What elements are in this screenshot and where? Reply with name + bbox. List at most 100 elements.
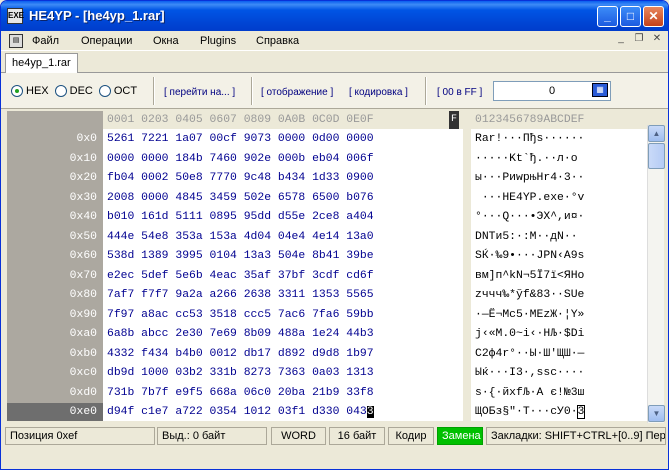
vertical-scrollbar[interactable]: ▲ ▼ [647,125,665,423]
row-ascii[interactable]: DNTи5:·:M··дN·· [475,231,584,243]
row-hex-bytes[interactable]: 7f97 a8ac cc53 3518 ccc5 7ac6 7fa6 59bb [107,309,374,321]
row-ascii[interactable]: ·—Ё¬Мс5·МЕzЖ·¦Y» [475,309,584,321]
scroll-thumb[interactable] [648,143,665,169]
document-icon[interactable]: ▤ [9,34,23,48]
encoding-button[interactable]: [ кодировка ] [349,87,408,98]
mdi-close-icon[interactable]: ✕ [649,33,665,47]
mdi-restore-icon[interactable]: ❐ [631,33,647,47]
hex-row[interactable]: 0xb0 4332 f434 b4b0 0012 db17 d892 d9d8 1… [7,345,647,363]
row-ascii[interactable]: s·{·йхfЉ·А є!№3ш [475,387,584,399]
hex-row[interactable]: 0xa0 6a8b abcc 2e30 7e69 8b09 488a 1e24 4… [7,325,647,343]
row-address: 0x30 [69,191,97,204]
row-address: 0xa0 [69,328,97,340]
column-caret: F [449,111,459,129]
radio-hex[interactable]: HEX [11,85,49,97]
row-ascii[interactable]: SЌ·‰9•···JPN‹A9ѕ [475,250,584,262]
menu-operations[interactable]: Операции [81,35,132,47]
status-replace[interactable]: Замена [437,427,483,445]
row-hex-bytes[interactable]: 6a8b abcc 2e30 7e69 8b09 488a 1e24 44b3 [107,328,374,340]
hex-row[interactable]: 0x50 444e 54e8 353a 153a 4d04 04e4 4e14 1… [7,228,647,246]
row-ascii[interactable]: Ыќ···I3·,ssc···· [475,367,584,379]
menu-windows[interactable]: Окна [153,35,179,47]
hex-row[interactable]: 0x10 0000 0000 184b 7460 902e 000b eb04 0… [7,150,647,168]
tab-he4yp[interactable]: he4yp_1.rar [5,53,78,73]
hex-row[interactable]: 0x70 e2ec 5def 5e6b 4eac 35af 37bf 3cdf c… [7,267,647,285]
status-word[interactable]: WORD [271,427,326,445]
row-hex-bytes[interactable]: b010 161d 5111 0895 95dd d55e 2ce8 a404 [107,211,374,223]
row-ascii[interactable]: вм]п^kN¬5Ї7ї<ЯНo [475,270,584,282]
row-address: 0x20 [69,172,97,184]
calculator-icon[interactable]: ▦ [592,83,608,97]
close-button[interactable]: ✕ [643,6,664,27]
hex-row[interactable]: 0x30 2008 0000 4845 3459 502e 6578 6500 b… [7,189,647,207]
hex-row[interactable]: 0x60 538d 1389 3995 0104 13a3 504e 8b41 3… [7,247,647,265]
app-icon: EXE [7,8,24,24]
ascii-header: 0123456789ABCDEF [475,114,585,126]
menu-file[interactable]: Файл [32,35,59,47]
row-ascii[interactable]: ы···PиwpњНr4·3·· [475,172,584,184]
status-bar: Позиция 0xef Выд.: 0 байт WORD 16 байт К… [1,425,668,447]
row-address: 0xc0 [69,367,97,379]
row-address: 0x40 [69,211,97,223]
hex-row[interactable]: 0x90 7f97 a8ac cc53 3518 ccc5 7ac6 7fa6 5… [7,306,647,324]
row-address: 0x90 [69,308,97,321]
radio-dec-dot[interactable] [54,85,67,97]
hex-row[interactable]: 0xc0 db9d 1000 03b2 331b 8273 7363 0a03 1… [7,364,647,382]
row-address: 0x10 [69,152,97,165]
radio-hex-dot[interactable] [11,85,23,97]
row-hex-bytes[interactable]: 5261 7221 1a07 00cf 9073 0000 0d00 0000 [107,133,374,145]
row-address: 0x60 [69,250,97,262]
row-ascii[interactable]: C2ф4r°··Ы·Ш'ЩШ·— [475,348,584,360]
row-hex-bytes[interactable]: 731b 7b7f e9f5 668a 06c0 20ba 21b9 33f8 [107,387,374,399]
row-ascii[interactable]: Rar!···Пђs······ [475,133,584,145]
status-bytes[interactable]: 16 байт [329,427,385,445]
row-hex-bytes[interactable]: d94f c1e7 a722 0354 1012 03f1 d330 0433 [107,406,374,418]
radio-oct[interactable]: OCT [98,85,137,97]
goto-button[interactable]: [ перейти на... ] [164,87,235,98]
status-codir[interactable]: Кодир [388,427,434,445]
hex-row[interactable]: 0xd0 731b 7b7f e9f5 668a 06c0 20ba 21b9 3… [7,384,647,402]
scroll-down-icon[interactable]: ▼ [648,405,665,422]
scroll-up-icon[interactable]: ▲ [648,125,665,142]
menu-plugins[interactable]: Plugins [200,35,236,47]
row-hex-bytes[interactable]: 444e 54e8 353a 153a 4d04 04e4 4e14 13a0 [107,231,374,243]
radio-dec-label: DEC [69,85,93,97]
maximize-button[interactable]: □ [620,6,641,27]
row-ascii[interactable]: ЩOБз§"·T···сУ0·3 [475,405,586,419]
row-hex-bytes[interactable]: fb04 0002 50e8 7770 9c48 b434 1d33 0900 [107,172,374,184]
hex-row[interactable]: 0x20 fb04 0002 50e8 7770 9c48 b434 1d33 0… [7,169,647,187]
row-ascii[interactable]: j‹«М.0~i‹·HЉ·$Dі [475,328,584,340]
hex-row[interactable]: 0xe0 d94f c1e7 a722 0354 1012 03f1 d330 0… [7,403,647,421]
toolbar-separator [153,77,155,105]
offset-mode-button[interactable]: [ 00 в FF ] [437,87,482,98]
row-hex-bytes[interactable]: 7af7 f7f7 9a2a a266 2638 3311 1353 5565 [107,289,374,301]
hex-row[interactable]: 0x0 5261 7221 1a07 00cf 9073 0000 0d00 00… [7,130,647,148]
display-button[interactable]: [ отображение ] [261,87,333,98]
row-address: 0x70 [69,269,97,282]
radio-oct-dot[interactable] [98,85,111,97]
hex-row[interactable]: 0x40 b010 161d 5111 0895 95dd d55e 2ce8 a… [7,208,647,226]
row-ascii[interactable]: ·····Kt`ђ.··л·o [475,153,578,165]
row-hex-bytes[interactable]: 538d 1389 3995 0104 13a3 504e 8b41 39be [107,250,374,262]
menu-help[interactable]: Справка [256,35,299,47]
row-hex-bytes[interactable]: 0000 0000 184b 7460 902e 000b eb04 006f [107,153,374,165]
title-bar[interactable]: EXE HE4YP - [he4yp_1.rar] _ □ ✕ [1,1,668,31]
window-title: HE4YP - [he4yp_1.rar] [29,8,165,23]
hex-row[interactable]: 0x80 7af7 f7f7 9a2a a266 2638 3311 1353 5… [7,286,647,304]
radio-hex-label: HEX [26,85,49,97]
row-ascii[interactable]: ···HE4YP.exe·°v [475,192,585,204]
hex-view[interactable]: 0001 0203 0405 0607 0809 0A0B 0C0D 0E0F … [7,111,647,421]
row-ascii[interactable]: °···Q···•ЭХ^,и¤· [475,211,584,223]
status-position: Позиция 0xef [5,427,155,445]
row-hex-bytes[interactable]: 2008 0000 4845 3459 502e 6578 6500 b076 [107,192,374,204]
mdi-minimize-icon[interactable]: _ [613,33,629,47]
row-hex-bytes[interactable]: db9d 1000 03b2 331b 8273 7363 0a03 1313 [107,367,374,379]
row-hex-bytes[interactable]: e2ec 5def 5e6b 4eac 35af 37bf 3cdf cd6f [107,270,374,282]
hex-cursor[interactable]: 3 [366,406,374,418]
ascii-cursor[interactable]: 3 [576,405,586,419]
row-address: 0xb0 [69,347,97,360]
row-ascii[interactable]: zччч‰*ўf&83··SUe [475,289,584,301]
row-hex-bytes[interactable]: 4332 f434 b4b0 0012 db17 d892 d9d8 1b97 [107,348,374,360]
radio-dec[interactable]: DEC [54,85,93,97]
minimize-button[interactable]: _ [597,6,618,27]
